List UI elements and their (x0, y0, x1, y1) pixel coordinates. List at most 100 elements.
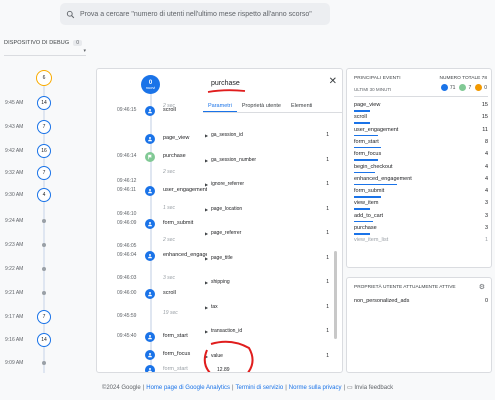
top-event-row[interactable]: view_item_list 1 (354, 236, 488, 249)
param-value: 1 (326, 156, 329, 163)
footer-home-link[interactable]: Home page di Google Analytics (146, 385, 230, 391)
caret-right-icon[interactable]: ▶ (205, 329, 208, 334)
event-row[interactable]: 09:46:09 form_submit (97, 218, 207, 230)
top-event-row[interactable]: enhanced_engagement 4 (354, 175, 488, 188)
caret-right-icon[interactable]: ▶ (205, 305, 208, 310)
search-bar[interactable]: Prova a cercare "numero di utenti nell'u… (60, 3, 330, 25)
event-person-icon[interactable] (145, 186, 155, 196)
param-row[interactable]: ▶ transaction_id 1 (203, 327, 329, 337)
minute-count-bubble[interactable]: 4 (37, 188, 51, 202)
minute-row[interactable]: 9:43 AM 7 (0, 120, 60, 134)
footer-feedback-link[interactable]: Invia feedback (354, 385, 393, 391)
event-person-icon[interactable] (145, 332, 155, 342)
top-event-row[interactable]: add_to_cart 3 (354, 212, 488, 225)
user-settings-icon[interactable]: ⚙ (479, 283, 485, 291)
event-row[interactable]: 09:46:04 enhanced_engagement (97, 250, 207, 262)
top-event-row[interactable]: purchase 3 (354, 224, 488, 237)
event-name[interactable]: purchase (163, 153, 207, 159)
event-row[interactable]: 09:46:14 purchase (97, 151, 207, 163)
top-event-row[interactable]: form_focus 4 (354, 150, 488, 163)
minute-row[interactable]: 9:45 AM 14 (0, 96, 60, 110)
minute-row[interactable]: 9:22 AM (0, 262, 60, 276)
param-row[interactable]: ▶ ignore_referrer 1 (203, 180, 329, 190)
event-person-icon[interactable] (145, 365, 155, 372)
param-row[interactable]: ▶ page_location 1 (203, 205, 329, 215)
event-row[interactable]: 09:45:40 form_start (97, 331, 207, 343)
caret-right-icon[interactable]: ▶ (205, 280, 208, 285)
caret-right-icon[interactable]: ▶ (205, 133, 208, 138)
minute-row[interactable]: 9:32 AM 7 (0, 166, 60, 180)
minute-row[interactable]: 9:21 AM (0, 286, 60, 300)
minute-row[interactable]: 9:17 AM 7 (0, 310, 60, 324)
event-row[interactable]: form_focus (97, 349, 207, 361)
footer-terms-link[interactable]: Termini di servizio (236, 385, 284, 391)
close-icon[interactable]: ✕ (329, 76, 337, 87)
param-row[interactable]: ▶ ga_session_number 1 (203, 156, 329, 166)
conversion-flag-icon[interactable] (145, 152, 155, 162)
debug-device-select[interactable]: ▾ (4, 48, 86, 56)
red-underline-annotation (207, 89, 246, 93)
param-row[interactable]: ▶ ga_session_id 1 (203, 131, 329, 141)
event-name[interactable]: user_engagement (163, 187, 207, 193)
caret-right-icon[interactable]: ▶ (205, 207, 208, 212)
top-event-name: user_engagement (354, 126, 399, 133)
caret-right-icon[interactable]: ▶ (205, 158, 208, 163)
minute-row[interactable]: 9:24 AM (0, 214, 60, 228)
event-person-icon[interactable] (145, 134, 155, 144)
event-row: 09:46:03 (97, 273, 207, 285)
top-event-row[interactable]: user_engagement 11 (354, 126, 488, 139)
feedback-icon[interactable]: ▭ (347, 385, 353, 391)
minute-row[interactable]: 6 (0, 70, 60, 86)
minute-count-bubble[interactable]: 7 (37, 120, 51, 134)
tab-elementi[interactable]: Elementi (286, 99, 317, 112)
minute-count-bubble[interactable]: 7 (37, 310, 51, 324)
caret-right-icon[interactable]: ▶ (205, 231, 208, 236)
caret-right-icon[interactable]: ▶ (205, 256, 208, 261)
footer-privacy-link[interactable]: Norme sulla privacy (289, 385, 342, 391)
caret-right-icon[interactable]: ▶ (205, 182, 208, 187)
top-event-row[interactable]: form_start 8 (354, 138, 488, 151)
top-event-row[interactable]: form_submit 4 (354, 187, 488, 200)
event-person-icon[interactable] (145, 289, 155, 299)
param-row[interactable]: ▶ shipping 1 (203, 278, 329, 288)
event-time: 09:46:14 (117, 153, 137, 159)
event-row[interactable]: page_view (97, 133, 207, 145)
top-event-row[interactable]: page_view 15 (354, 101, 488, 114)
minute-row[interactable]: 9:09 AM (0, 356, 60, 370)
param-row[interactable]: ▶ page_title 1 (203, 254, 329, 264)
param-row[interactable]: ▶ page_referrer 1 (203, 229, 329, 239)
minute-count-bubble[interactable]: 14 (37, 333, 51, 347)
event-name[interactable]: page_view (163, 135, 207, 141)
event-name[interactable]: enhanced_engagement (163, 252, 207, 258)
top-event-row[interactable]: scroll 15 (354, 113, 488, 126)
event-person-icon[interactable] (145, 251, 155, 261)
top-event-row[interactable]: view_item 3 (354, 199, 488, 212)
new-events-bubble[interactable]: 0 nuovi (141, 75, 160, 94)
event-name[interactable]: form_submit (163, 220, 207, 226)
minute-count-bubble[interactable]: 16 (37, 144, 51, 158)
event-name[interactable]: form_start (163, 333, 207, 339)
param-row[interactable]: ▶ tax 1 (203, 303, 329, 313)
minute-count-bubble[interactable]: 7 (37, 166, 51, 180)
tab-proprieta-utente[interactable]: Proprietà utente (237, 99, 286, 112)
top-event-row[interactable]: begin_checkout 4 (354, 163, 488, 176)
event-name[interactable]: scroll (163, 290, 207, 296)
minute-count-bubble[interactable]: 14 (37, 96, 51, 110)
event-person-icon[interactable] (145, 350, 155, 360)
minute-row[interactable]: 9:16 AM 14 (0, 333, 60, 347)
standard-event-icon (440, 84, 448, 91)
event-row[interactable]: 09:46:15 scroll (97, 105, 207, 117)
minute-dot (42, 267, 46, 271)
time-gap-label: 19 sec (163, 310, 178, 316)
event-row[interactable]: 09:46:00 scroll (97, 288, 207, 300)
event-row[interactable]: form_start (97, 364, 207, 372)
minute-row[interactable]: 9:30 AM 4 (0, 188, 60, 202)
minute-row[interactable]: 9:23 AM (0, 238, 60, 252)
event-person-icon[interactable] (145, 219, 155, 229)
minute-count-bubble[interactable]: 6 (36, 70, 52, 86)
tab-parametri[interactable]: Parametri (203, 99, 237, 112)
event-person-icon[interactable] (145, 106, 155, 116)
details-scrollbar[interactable] (334, 251, 337, 339)
event-row[interactable]: 09:46:11 user_engagement (97, 185, 207, 197)
minute-row[interactable]: 9:42 AM 16 (0, 144, 60, 158)
